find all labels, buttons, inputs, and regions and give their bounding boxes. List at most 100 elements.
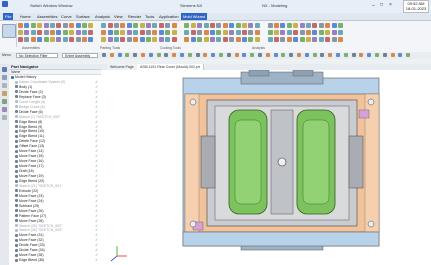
ribbon-tool-icon[interactable] [88, 23, 94, 28]
ribbon-tool-icon[interactable] [190, 23, 196, 28]
ribbon-tool-icon[interactable] [216, 37, 222, 42]
ribbon-tool-icon[interactable] [165, 37, 171, 42]
snap-tool-icon[interactable] [250, 53, 255, 57]
ribbon-tool-icon[interactable] [107, 30, 113, 35]
ribbon-tool-icon[interactable] [222, 23, 228, 28]
reuse-library-tab-icon[interactable] [2, 91, 7, 96]
snap-tool-icon[interactable] [359, 53, 364, 57]
ribbon-tool-icon[interactable] [146, 37, 151, 42]
ribbon-tool-icon[interactable] [267, 30, 273, 35]
web-browser-tab-icon[interactable] [2, 115, 7, 120]
menu-application[interactable]: Application [159, 13, 179, 20]
ribbon-tool-icon[interactable] [158, 37, 164, 42]
ribbon-tool-icon[interactable] [318, 23, 324, 28]
ribbon-tool-icon[interactable] [312, 37, 318, 42]
ribbon-tool-icon[interactable] [69, 23, 75, 28]
ribbon-tool-icon[interactable] [126, 30, 132, 35]
ribbon-tool-icon[interactable] [242, 30, 247, 35]
menu-mold-wizard[interactable]: Mold Wizard [181, 13, 208, 20]
ribbon-tool-icon[interactable] [82, 37, 87, 42]
ribbon-tool-icon[interactable] [210, 30, 215, 35]
ribbon-tool-icon[interactable] [280, 30, 286, 35]
ribbon-tool-icon[interactable] [133, 23, 139, 28]
snap-tool-icon[interactable] [195, 53, 200, 57]
ribbon-tool-icon[interactable] [120, 37, 126, 42]
snap-tool-icon[interactable] [382, 53, 387, 57]
ribbon-tool-icon[interactable] [62, 37, 68, 42]
ribbon-tool-icon[interactable] [280, 23, 286, 28]
ribbon-tool-icon[interactable] [56, 30, 62, 35]
ribbon-tool-icon[interactable] [152, 30, 158, 35]
ribbon-tool-icon[interactable] [158, 23, 164, 28]
ribbon-tool-icon[interactable] [338, 23, 343, 28]
ribbon-tool-icon[interactable] [216, 30, 222, 35]
ribbon-tool-icon[interactable] [325, 37, 331, 42]
snap-tool-icon[interactable] [367, 53, 372, 57]
snap-tool-icon[interactable] [375, 53, 379, 57]
roles-tab-icon[interactable] [2, 107, 7, 112]
ribbon-tool-icon[interactable] [69, 30, 75, 35]
snap-tool-icon[interactable] [289, 53, 294, 57]
ribbon-tool-icon[interactable] [82, 30, 87, 35]
ribbon-tool-icon[interactable] [114, 37, 119, 42]
history-tab-icon[interactable] [2, 99, 7, 104]
ribbon-tool-icon[interactable] [242, 23, 247, 28]
snap-tool-icon[interactable] [203, 53, 208, 57]
menu-tools[interactable]: Tools [145, 13, 154, 20]
ribbon-tool-icon[interactable] [235, 23, 241, 28]
part-navigator-tab-icon[interactable] [2, 67, 7, 72]
ribbon-tool-icon[interactable] [306, 23, 311, 28]
ribbon-tool-icon[interactable] [216, 23, 222, 28]
ribbon-tool-icon[interactable] [75, 30, 81, 35]
ribbon-tool-icon[interactable] [280, 37, 286, 42]
snap-tool-icon[interactable] [297, 53, 301, 57]
ribbon-tool-icon[interactable] [203, 37, 209, 42]
ribbon-tool-icon[interactable] [37, 30, 43, 35]
ribbon-tool-icon[interactable] [184, 37, 190, 42]
ribbon-tool-icon[interactable] [306, 30, 311, 35]
ribbon-tool-icon[interactable] [120, 30, 126, 35]
ribbon-tool-icon[interactable] [190, 30, 196, 35]
ribbon-tool-icon[interactable] [331, 37, 337, 42]
ribbon-tool-icon[interactable] [18, 37, 23, 42]
ribbon-tool-icon[interactable] [235, 37, 241, 42]
ribbon-tool-icon[interactable] [133, 30, 139, 35]
ribbon-tool-icon[interactable] [43, 23, 49, 28]
ribbon-tool-icon[interactable] [242, 37, 247, 42]
ribbon-tool-icon[interactable] [248, 23, 254, 28]
snap-tool-icon[interactable] [180, 53, 184, 57]
ribbon-tool-icon[interactable] [152, 23, 158, 28]
ribbon-tool-icon[interactable] [146, 23, 151, 28]
ribbon-tool-icon[interactable] [30, 37, 36, 42]
ribbon-tool-icon[interactable] [56, 37, 62, 42]
ribbon-tool-icon[interactable] [62, 30, 68, 35]
snap-tool-icon[interactable] [258, 53, 262, 57]
ribbon-tool-icon[interactable] [82, 23, 87, 28]
menu-view[interactable]: View [114, 13, 123, 20]
snap-tool-icon[interactable] [148, 53, 153, 57]
snap-tool-icon[interactable] [281, 53, 286, 57]
snap-tool-icon[interactable] [242, 53, 247, 57]
ribbon-tool-icon[interactable] [197, 23, 203, 28]
ribbon-tool-icon[interactable] [299, 23, 305, 28]
snap-tool-icon[interactable] [141, 53, 145, 57]
ribbon-tool-icon[interactable] [229, 23, 235, 28]
ribbon-tool-icon[interactable] [331, 30, 337, 35]
graphics-window[interactable] [101, 69, 431, 265]
ribbon-tool-icon[interactable] [229, 37, 235, 42]
ribbon-tool-icon[interactable] [274, 23, 279, 28]
ribbon-tool-icon[interactable] [37, 23, 43, 28]
maximize-icon[interactable]: □ [380, 2, 383, 8]
ribbon-tool-icon[interactable] [306, 37, 311, 42]
ribbon-tool-icon[interactable] [254, 23, 260, 28]
snap-tool-icon[interactable] [304, 53, 309, 57]
ribbon-tool-icon[interactable] [299, 30, 305, 35]
ribbon-tool-icon[interactable] [254, 30, 260, 35]
snap-tool-icon[interactable] [211, 53, 216, 57]
snap-tool-icon[interactable] [328, 53, 333, 57]
ribbon-tool-icon[interactable] [152, 37, 158, 42]
snap-tool-icon[interactable] [102, 53, 106, 57]
menu-button[interactable]: Menu [2, 53, 11, 58]
ribbon-tool-icon[interactable] [139, 30, 145, 35]
assembly-navigator-tab-icon[interactable] [2, 75, 7, 80]
